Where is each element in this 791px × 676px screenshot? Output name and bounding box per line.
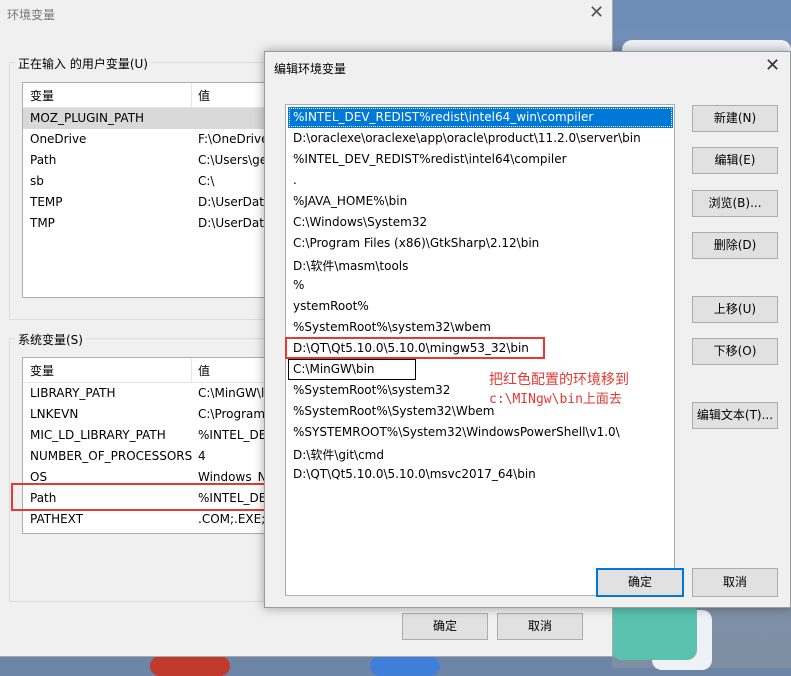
desktop-tile xyxy=(612,600,697,660)
path-text: %SYSTEMROOT%\System32\WindowsPowerShell\… xyxy=(293,425,620,439)
user-variables-label: 正在输入 的用户变量(U) xyxy=(15,55,151,72)
delete-button[interactable]: 删除(D) xyxy=(692,232,778,259)
variable-value: 4 xyxy=(198,449,206,463)
system-variables-label: 系统变量(S) xyxy=(15,331,86,348)
edit-button[interactable]: 编辑(E) xyxy=(692,147,778,174)
path-text: %SystemRoot%\system32\wbem xyxy=(293,320,491,334)
list-item[interactable]: %INTEL_DEV_REDIST%redist\intel64_win\com… xyxy=(288,107,673,128)
path-text: %JAVA_HOME%\bin xyxy=(293,194,408,208)
variable-value: C:\Users\ge xyxy=(198,153,268,167)
variable-name: LIBRARY_PATH xyxy=(30,386,116,400)
path-text: %SystemRoot%\System32\Wbem xyxy=(293,404,495,418)
cancel-button[interactable]: 取消 xyxy=(692,568,778,597)
path-text: C:\Windows\System32 xyxy=(293,215,428,229)
list-item[interactable]: % xyxy=(288,275,673,296)
close-icon[interactable]: ✕ xyxy=(765,55,780,76)
variable-value: Windows_N xyxy=(198,470,267,484)
taskbar-tile xyxy=(150,656,230,676)
variable-name: TEMP xyxy=(30,195,63,209)
taskbar-tile xyxy=(370,656,440,676)
variable-value: F:\OneDrive xyxy=(198,132,269,146)
list-item[interactable]: C:\Windows\System32 xyxy=(288,212,673,233)
path-text: % xyxy=(293,278,305,292)
column-header-value[interactable]: 值 xyxy=(198,362,210,379)
list-item[interactable]: %SystemRoot%\system32\wbem xyxy=(288,317,673,338)
variable-value: .COM;.EXE;. xyxy=(198,512,270,526)
column-separator[interactable] xyxy=(191,83,192,107)
list-item[interactable]: . xyxy=(288,170,673,191)
list-item[interactable]: C:\Program Files (x86)\GtkSharp\2.12\bin xyxy=(288,233,673,254)
variable-value: C:\ xyxy=(198,174,215,188)
edit-text-button[interactable]: 编辑文本(T)... xyxy=(692,402,778,429)
variable-name: OS xyxy=(30,470,48,484)
list-item[interactable]: %JAVA_HOME%\bin xyxy=(288,191,673,212)
list-item[interactable]: %SYSTEMROOT%\System32\WindowsPowerShell\… xyxy=(288,422,673,443)
dialog-title: 编辑环境变量 xyxy=(274,62,347,76)
path-text: %SystemRoot%\system32 xyxy=(293,383,451,397)
browse-button[interactable]: 浏览(B)... xyxy=(692,190,778,217)
variable-value: D:\UserData xyxy=(198,195,272,209)
move-up-button[interactable]: 上移(U) xyxy=(692,296,778,323)
list-item[interactable]: C:\MinGW\bin xyxy=(288,359,416,380)
variable-name: PATHEXT xyxy=(30,512,84,526)
path-highlight-box xyxy=(11,483,280,511)
ok-button[interactable]: 确定 xyxy=(402,613,488,640)
variable-name: Path xyxy=(30,153,57,167)
path-text: ystemRoot% xyxy=(293,299,369,313)
path-text: D:\软件\git\cmd xyxy=(293,448,384,462)
column-header-variable[interactable]: 变量 xyxy=(30,87,54,104)
annotation-line-1: 把红色配置的环境移到 xyxy=(489,372,629,388)
path-text: D:\QT\Qt5.10.0\5.10.0\msvc2017_64\bin xyxy=(293,467,536,481)
variable-name: NUMBER_OF_PROCESSORS xyxy=(30,449,193,463)
variable-name: TMP xyxy=(30,216,55,230)
variable-value: D:\UserData xyxy=(198,216,272,230)
list-item[interactable]: D:\QT\Qt5.10.0\5.10.0\msvc2017_64\bin xyxy=(288,464,673,485)
annotation-line-2: c:\MINgw\bin上面去 xyxy=(489,392,622,407)
variable-value: C:\Program xyxy=(198,407,266,421)
list-item[interactable]: D:\oraclexe\oraclexe\app\oracle\product\… xyxy=(288,128,673,149)
column-separator[interactable] xyxy=(191,358,192,382)
annotation-note: 把红色配置的环境移到 c:\MINgw\bin上面去 xyxy=(489,370,629,410)
variable-name: LNKEVN xyxy=(30,407,79,421)
variable-value: %INTEL_DE xyxy=(198,428,267,442)
edit-environment-variable-dialog: 编辑环境变量 ✕ %INTEL_DEV_REDIST%redist\intel6… xyxy=(264,51,791,608)
variable-name: MOZ_PLUGIN_PATH xyxy=(30,111,145,125)
close-icon[interactable]: ✕ xyxy=(589,2,604,23)
new-button[interactable]: 新建(N) xyxy=(692,105,778,132)
list-item[interactable]: %INTEL_DEV_REDIST%redist\intel64\compile… xyxy=(288,149,673,170)
list-item[interactable]: ystemRoot% xyxy=(288,296,673,317)
window-title: 环境变量 xyxy=(7,8,56,22)
variable-name: sb xyxy=(30,174,44,188)
mingw-path-highlight-box xyxy=(285,337,545,359)
path-text: D:\oraclexe\oraclexe\app\oracle\product\… xyxy=(293,131,641,145)
list-item[interactable]: D:\软件\git\cmd xyxy=(288,443,673,464)
move-down-button[interactable]: 下移(O) xyxy=(692,338,778,365)
path-text: %INTEL_DEV_REDIST%redist\intel64_win\com… xyxy=(293,110,594,124)
path-text: D:\软件\masm\tools xyxy=(293,259,409,273)
path-text: C:\Program Files (x86)\GtkSharp\2.12\bin xyxy=(293,236,540,250)
path-text: C:\MinGW\bin xyxy=(293,362,375,376)
variable-value: C:\MinGW\l xyxy=(198,386,265,400)
path-text: %INTEL_DEV_REDIST%redist\intel64\compile… xyxy=(293,152,567,166)
list-item[interactable]: D:\软件\masm\tools xyxy=(288,254,673,275)
column-header-variable[interactable]: 变量 xyxy=(30,362,54,379)
cancel-button[interactable]: 取消 xyxy=(497,613,583,640)
ok-button[interactable]: 确定 xyxy=(596,568,684,597)
column-header-value[interactable]: 值 xyxy=(198,87,210,104)
variable-name: OneDrive xyxy=(30,132,87,146)
path-text: . xyxy=(293,173,297,187)
variable-name: MIC_LD_LIBRARY_PATH xyxy=(30,428,166,442)
